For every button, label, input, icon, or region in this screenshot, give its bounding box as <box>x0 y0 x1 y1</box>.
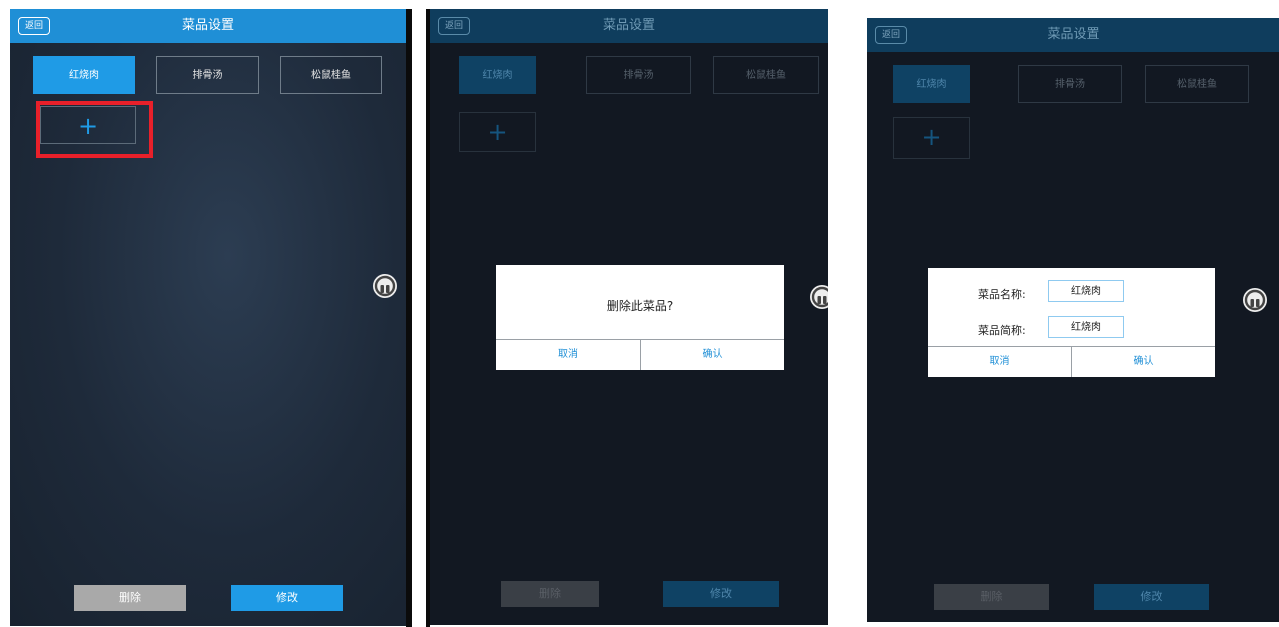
dialog-button-row: 取消 确认 <box>928 346 1215 377</box>
modify-button[interactable]: 修改 <box>663 581 779 607</box>
confirm-button[interactable]: 确认 <box>641 340 784 370</box>
tab-dish-3[interactable]: 松鼠桂鱼 <box>280 56 382 94</box>
dialog-button-row: 取消 确认 <box>496 339 784 370</box>
dish-name-input[interactable]: 红烧肉 <box>1048 280 1124 302</box>
delete-dialog: 删除此菜品? 取消 确认 <box>496 265 784 370</box>
cancel-button[interactable]: 取消 <box>496 340 640 370</box>
page-title: 菜品设置 <box>602 18 655 33</box>
confirm-button[interactable]: 确认 <box>1072 347 1215 377</box>
screen-dish-settings: 返回 菜品设置 红烧肉 排骨汤 松鼠桂鱼 + 删除 修改 <box>10 9 406 626</box>
tab-dish-2[interactable]: 排骨汤 <box>586 56 691 94</box>
tab-dish-3[interactable]: 松鼠桂鱼 <box>1145 65 1249 103</box>
page-title: 菜品设置 <box>181 18 234 33</box>
screen-delete-confirm: 返回 菜品设置 红烧肉 排骨汤 松鼠桂鱼 + 删除此菜品? 取消 确认 删除 修… <box>430 9 828 625</box>
tab-dish-2[interactable]: 排骨汤 <box>1018 65 1122 103</box>
tab-dish-2[interactable]: 排骨汤 <box>156 56 259 94</box>
top-bar: 返回 菜品设置 <box>10 9 406 43</box>
edit-dish-dialog: 菜品名称: 红烧肉 菜品简称: 红烧肉 取消 确认 <box>928 268 1215 377</box>
dish-short-name-input[interactable]: 红烧肉 <box>1048 316 1124 338</box>
plus-icon: + <box>921 123 942 151</box>
cancel-button[interactable]: 取消 <box>928 347 1071 377</box>
dish-short-name-label: 菜品简称: <box>978 324 1026 337</box>
dish-name-label: 菜品名称: <box>978 288 1026 301</box>
assistive-touch-icon[interactable] <box>810 285 828 309</box>
tab-dish-3[interactable]: 松鼠桂鱼 <box>713 56 819 94</box>
tab-dish-1[interactable]: 红烧肉 <box>893 65 970 103</box>
divider <box>406 9 412 627</box>
top-bar: 返回 菜品设置 <box>867 18 1279 52</box>
delete-button[interactable]: 删除 <box>501 581 599 607</box>
modify-button[interactable]: 修改 <box>1094 584 1209 610</box>
top-bar: 返回 菜品设置 <box>430 9 828 43</box>
modify-button[interactable]: 修改 <box>231 585 343 611</box>
add-dish-button[interactable]: + <box>459 112 536 152</box>
page-title: 菜品设置 <box>1047 27 1100 42</box>
tab-dish-1[interactable]: 红烧肉 <box>459 56 536 94</box>
delete-button[interactable]: 删除 <box>74 585 186 611</box>
screen-edit-dish: 返回 菜品设置 红烧肉 排骨汤 松鼠桂鱼 + 菜品名称: 红烧肉 菜品简称: 红… <box>867 18 1279 622</box>
dialog-message: 删除此菜品? <box>606 299 674 313</box>
tab-dish-1[interactable]: 红烧肉 <box>33 56 135 94</box>
assistive-touch-icon[interactable] <box>1243 288 1267 312</box>
plus-icon: + <box>487 118 508 146</box>
delete-button[interactable]: 删除 <box>934 584 1049 610</box>
add-dish-button[interactable]: + <box>893 117 970 159</box>
highlight-box <box>36 101 153 158</box>
assistive-touch-icon[interactable] <box>373 274 397 298</box>
